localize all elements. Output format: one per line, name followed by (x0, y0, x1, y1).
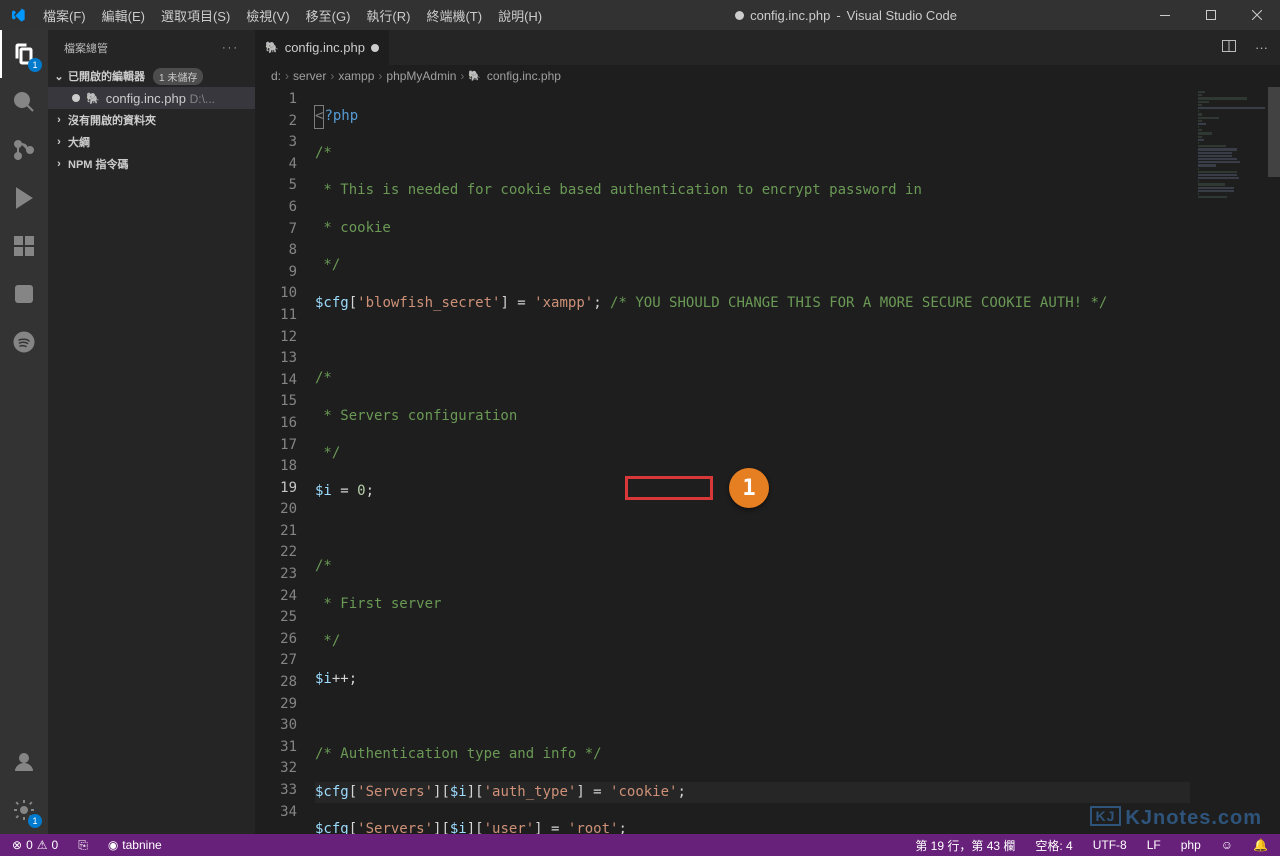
status-problems[interactable]: ⊗0 ⚠0 (8, 834, 62, 856)
php-file-icon: 🐘 (265, 41, 279, 54)
status-eol[interactable]: LF (1143, 834, 1165, 856)
menu-selection[interactable]: 選取項目(S) (153, 0, 238, 30)
open-editor-item[interactable]: 🐘 config.inc.php D:\... (48, 87, 255, 109)
chevron-down-icon: ⌄ (52, 70, 66, 83)
status-encoding[interactable]: UTF-8 (1089, 834, 1131, 856)
sidebar-more-icon[interactable]: ··· (222, 42, 239, 54)
activity-settings[interactable]: 1 (0, 786, 48, 834)
editor-area: 🐘 config.inc.php ··· d:› server› xampp› … (255, 30, 1280, 834)
menu-file[interactable]: 檔案(F) (35, 0, 94, 30)
annotation-badge: 1 (729, 468, 769, 508)
title-app: Visual Studio Code (847, 8, 957, 23)
activity-debug[interactable] (0, 174, 48, 222)
tabnine-icon: ◉ (108, 838, 118, 852)
chevron-right-icon: › (52, 114, 66, 126)
settings-badge: 1 (28, 814, 42, 828)
window-controls (1142, 0, 1280, 30)
code-content[interactable]: <<?php?php /* * This is needed for cooki… (315, 87, 1190, 834)
modified-dot-icon (72, 94, 80, 102)
activity-scm[interactable] (0, 126, 48, 174)
feedback-icon: ☺ (1221, 838, 1233, 852)
ports-icon: ⎘ (78, 838, 88, 853)
menu-bar: 檔案(F) 編輯(E) 選取項目(S) 檢視(V) 移至(G) 執行(R) 終端… (35, 0, 550, 30)
window-title: config.inc.php - Visual Studio Code (550, 8, 1142, 23)
php-file-icon: 🐘 (468, 71, 480, 82)
chevron-right-icon: › (52, 158, 66, 170)
scrollbar[interactable] (1268, 87, 1280, 834)
status-bar: ⊗0 ⚠0 ⎘ ◉tabnine 第 19 行，第 43 欄 空格: 4 UTF… (0, 834, 1280, 856)
minimap-content (1198, 91, 1268, 199)
activity-bar: 1 1 (0, 30, 48, 834)
status-indentation[interactable]: 空格: 4 (1031, 834, 1076, 856)
modified-dot-icon (735, 11, 744, 20)
explorer-badge: 1 (28, 58, 42, 72)
chevron-right-icon: › (52, 136, 66, 148)
menu-go[interactable]: 移至(G) (298, 0, 359, 30)
title-bar: 檔案(F) 編輯(E) 選取項目(S) 檢視(V) 移至(G) 執行(R) 終端… (0, 0, 1280, 30)
menu-edit[interactable]: 編輯(E) (94, 0, 153, 30)
menu-help[interactable]: 說明(H) (490, 0, 550, 30)
outline-header[interactable]: › 大綱 (48, 131, 255, 153)
menu-view[interactable]: 檢視(V) (238, 0, 297, 30)
status-cursor-position[interactable]: 第 19 行，第 43 欄 (911, 834, 1019, 856)
tab-config-inc-php[interactable]: 🐘 config.inc.php (255, 30, 390, 65)
more-actions-icon[interactable]: ··· (1255, 40, 1268, 55)
bell-icon: 🔔 (1253, 838, 1268, 852)
vscode-icon (0, 0, 35, 30)
split-editor-icon[interactable] (1221, 38, 1237, 57)
sidebar-title: 檔案總管 (64, 40, 108, 56)
sidebar-header: 檔案總管 ··· (48, 30, 255, 65)
npm-scripts-header[interactable]: › NPM 指令碼 (48, 153, 255, 175)
scrollbar-thumb[interactable] (1268, 87, 1280, 177)
maximize-button[interactable] (1188, 0, 1234, 30)
breadcrumb[interactable]: d:› server› xampp› phpMyAdmin› 🐘config.i… (255, 65, 1280, 87)
error-icon: ⊗ (12, 838, 22, 852)
code-editor[interactable]: 1234567891011121314151617181920212223242… (255, 87, 1280, 834)
modified-dot-icon (371, 44, 379, 52)
menu-terminal[interactable]: 終端機(T) (418, 0, 490, 30)
minimize-button[interactable] (1142, 0, 1188, 30)
no-folder-header[interactable]: › 沒有開啟的資料夾 (48, 109, 255, 131)
status-notifications[interactable]: 🔔 (1249, 834, 1272, 856)
unsaved-badge: 1 未儲存 (153, 68, 203, 85)
menu-run[interactable]: 執行(R) (358, 0, 418, 30)
activity-remote[interactable] (0, 270, 48, 318)
php-file-icon: 🐘 (86, 92, 100, 105)
activity-extensions[interactable] (0, 222, 48, 270)
activity-spotify[interactable] (0, 318, 48, 366)
activity-search[interactable] (0, 78, 48, 126)
status-ports[interactable]: ⎘ (74, 834, 92, 856)
file-name: config.inc.php D:\... (106, 91, 255, 106)
status-feedback[interactable]: ☺ (1217, 834, 1237, 856)
close-button[interactable] (1234, 0, 1280, 30)
line-gutter: 1234567891011121314151617181920212223242… (255, 87, 315, 834)
status-language[interactable]: php (1177, 834, 1205, 856)
open-editors-header[interactable]: ⌄ 已開啟的編輯器 1 未儲存 (48, 65, 255, 87)
explorer-sidebar: 檔案總管 ··· ⌄ 已開啟的編輯器 1 未儲存 🐘 config.inc.ph… (48, 30, 255, 834)
warning-icon: ⚠ (37, 838, 48, 852)
activity-explorer[interactable]: 1 (0, 30, 48, 78)
tab-label: config.inc.php (285, 40, 365, 55)
title-filename: config.inc.php (750, 8, 830, 23)
editor-actions: ··· (1209, 30, 1280, 65)
tab-bar: 🐘 config.inc.php ··· (255, 30, 1280, 65)
minimap[interactable] (1190, 87, 1280, 834)
activity-account[interactable] (0, 738, 48, 786)
status-tabnine[interactable]: ◉tabnine (104, 834, 166, 856)
